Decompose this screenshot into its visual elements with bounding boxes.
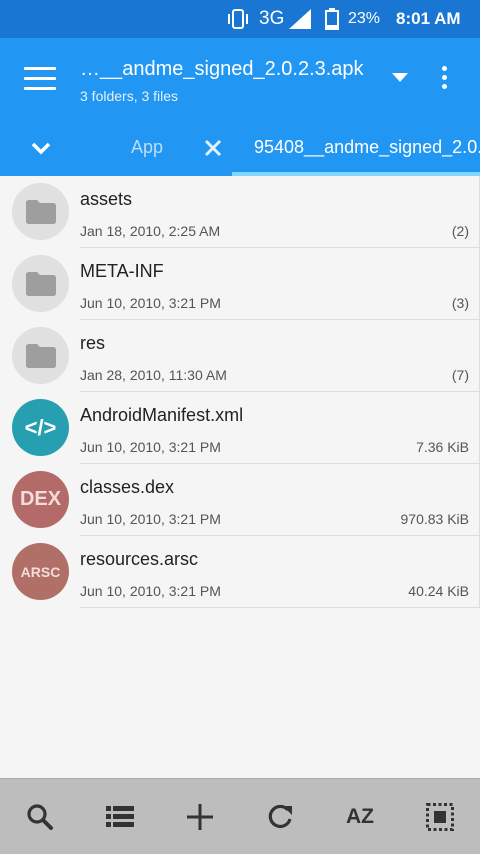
xml-file-icon: </>	[12, 399, 69, 456]
file-date: Jun 10, 2010, 3:21 PM	[80, 295, 221, 311]
battery-icon	[325, 8, 339, 30]
network-type: 3G	[259, 8, 285, 29]
battery-percent: 23%	[348, 10, 381, 27]
select-all-icon[interactable]	[420, 799, 460, 835]
list-view-icon[interactable]	[100, 799, 140, 835]
signal-icon	[289, 9, 311, 29]
file-name: META-INF	[80, 261, 164, 281]
list-item[interactable]: META-INF Jun 10, 2010, 3:21 PM (3)	[0, 248, 480, 320]
file-size: 7.36 KiB	[416, 439, 469, 455]
sort-button[interactable]: AZ	[340, 799, 380, 835]
app-bar: …__andme_signed_2.0.2.3.apk 3 folders, 3…	[0, 38, 480, 124]
file-size: 40.24 KiB	[408, 583, 469, 599]
divider	[80, 607, 480, 608]
file-count: (2)	[451, 223, 469, 239]
tab-app[interactable]: App	[131, 137, 163, 158]
clock: 8:01 AM	[396, 9, 461, 28]
folder-icon	[12, 327, 69, 384]
list-item[interactable]: </> AndroidManifest.xml Jun 10, 2010, 3:…	[0, 392, 480, 464]
menu-icon[interactable]	[24, 67, 56, 93]
file-name: resources.arsc	[80, 549, 199, 569]
more-options-icon[interactable]	[442, 66, 448, 93]
file-date: Jun 10, 2010, 3:21 PM	[80, 439, 221, 455]
close-icon[interactable]	[204, 139, 222, 157]
refresh-icon[interactable]	[260, 799, 300, 835]
file-date: Jun 10, 2010, 3:21 PM	[80, 511, 221, 527]
list-item[interactable]: res Jan 28, 2010, 11:30 AM (7)	[0, 320, 480, 392]
file-count: (3)	[451, 295, 469, 311]
file-name: classes.dex	[80, 477, 175, 497]
file-name: res	[80, 333, 106, 353]
tab-bar: App 95408__andme_signed_2.0.2.3.apk	[0, 124, 480, 176]
file-date: Jan 18, 2010, 2:25 AM	[80, 223, 221, 239]
status-bar: 3G 23% 8:01 AM	[0, 0, 480, 38]
list-item[interactable]: DEX classes.dex Jun 10, 2010, 3:21 PM 97…	[0, 464, 480, 536]
add-icon[interactable]	[180, 799, 220, 835]
list-item[interactable]: assets Jan 18, 2010, 2:25 AM (2)	[0, 176, 480, 248]
file-name: assets	[80, 189, 133, 209]
page-subtitle: 3 folders, 3 files	[80, 88, 179, 104]
file-list: assets Jan 18, 2010, 2:25 AM (2) META-IN…	[0, 176, 480, 608]
folder-icon	[12, 255, 69, 312]
search-icon[interactable]	[20, 799, 60, 835]
file-date: Jun 10, 2010, 3:21 PM	[80, 583, 221, 599]
folder-icon	[12, 183, 69, 240]
arsc-file-icon: ARSC	[12, 543, 69, 600]
file-name: AndroidManifest.xml	[80, 405, 244, 425]
dex-file-icon: DEX	[12, 471, 69, 528]
bottom-toolbar: AZ	[0, 778, 480, 854]
page-title: …__andme_signed_2.0.2.3.apk	[80, 58, 364, 80]
file-date: Jan 28, 2010, 11:30 AM	[80, 367, 227, 383]
vibrate-icon	[228, 9, 248, 29]
expand-tabs-icon[interactable]	[30, 140, 52, 156]
list-item[interactable]: ARSC resources.arsc Jun 10, 2010, 3:21 P…	[0, 536, 480, 608]
file-count: (7)	[451, 367, 469, 383]
chevron-down-icon[interactable]	[392, 73, 408, 82]
tab-apk[interactable]: 95408__andme_signed_2.0.2.3.apk	[254, 137, 480, 158]
file-size: 970.83 KiB	[400, 511, 470, 527]
